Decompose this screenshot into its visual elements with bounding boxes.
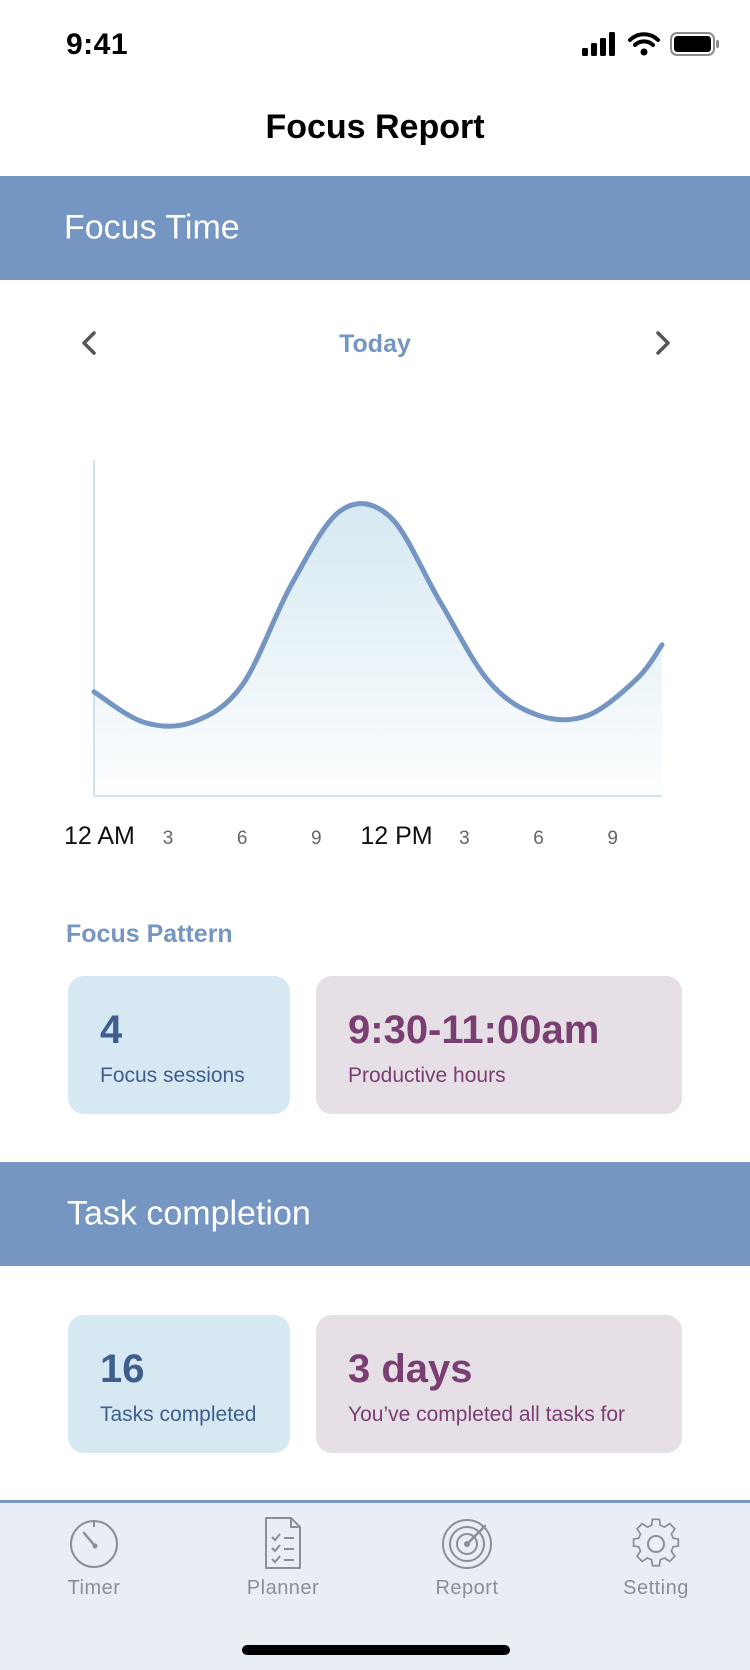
x-tick-label: 3 [163,828,174,849]
tab-report-label: Report [435,1577,499,1599]
chevron-right-icon[interactable] [645,326,679,360]
x-tick-label: 12 AM [64,822,135,850]
task-completion-header: Task completion [0,1162,750,1266]
tasks-completed-card: 16 Tasks completed [68,1315,290,1453]
tab-bar: Timer Planner Report Setting [0,1500,750,1670]
tab-report[interactable]: Report [402,1515,532,1615]
focus-time-chart: 12 AM 3 6 9 12 PM 3 6 9 [0,440,750,860]
x-tick-label: 3 [459,828,470,849]
task-completion-title: Task completion [67,1194,311,1233]
x-tick-label: 6 [533,828,544,849]
chart-svg: 12 AM 3 6 9 12 PM 3 6 9 [64,460,665,850]
tab-timer-label: Timer [67,1577,121,1599]
wifi-icon [628,32,660,56]
report-icon [442,1519,492,1569]
x-tick-label: 9 [311,828,322,849]
chart-area-fill [94,503,662,796]
tab-planner-label: Planner [246,1577,320,1599]
signal-icon [582,32,615,56]
page-title: Focus Report [265,108,485,146]
status-time: 9:41 [66,28,129,61]
focus-time-header: Focus Time [0,176,750,280]
tasks-completed-caption: Tasks completed [100,1403,257,1426]
x-tick-label: 6 [237,828,248,849]
completion-streak-caption: You’ve completed all tasks for [348,1403,626,1426]
home-indicator [242,1645,510,1655]
tab-timer[interactable]: Timer [29,1515,159,1615]
tab-setting[interactable]: Setting [591,1515,721,1615]
focus-sessions-value: 4 [100,1008,123,1052]
focus-sessions-card: 4 Focus sessions [68,976,290,1114]
x-tick-label: 9 [607,828,618,849]
focus-pattern-label: Focus Pattern [66,920,233,948]
date-navigator: Today [0,318,750,372]
focus-time-title: Focus Time [64,208,240,247]
productive-hours-caption: Productive hours [348,1064,506,1087]
battery-icon [670,32,719,56]
tasks-completed-value: 16 [100,1347,145,1391]
focus-sessions-caption: Focus sessions [100,1064,245,1087]
status-bar: 9:41 [0,0,750,90]
timer-icon [70,1520,118,1568]
tab-planner[interactable]: Planner [218,1515,348,1615]
gear-icon [632,1518,680,1567]
productive-hours-card: 9:30-11:00am Productive hours [316,976,682,1114]
planner-icon [265,1517,301,1569]
productive-hours-value: 9:30-11:00am [348,1008,600,1052]
tab-setting-label: Setting [623,1577,689,1599]
completion-streak-value: 3 days [348,1347,473,1391]
x-tick-label: 12 PM [360,822,432,850]
status-icons [582,32,720,56]
completion-streak-card: 3 days You’ve completed all tasks for [316,1315,682,1453]
period-label[interactable]: Today [0,330,750,359]
